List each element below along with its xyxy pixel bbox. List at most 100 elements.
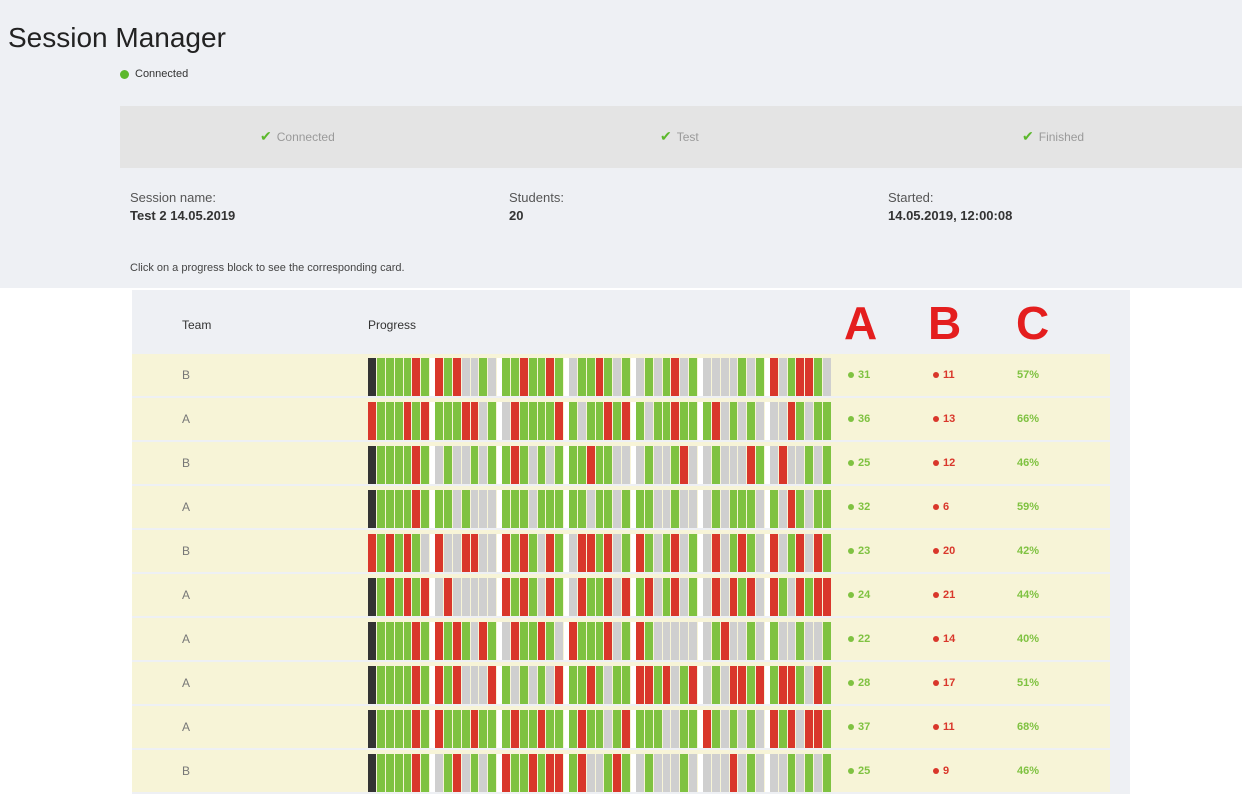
progress-block[interactable] [635,710,644,748]
progress-block[interactable] [711,534,720,572]
progress-block[interactable] [622,534,631,572]
progress-block[interactable] [479,358,488,396]
progress-block[interactable] [662,578,671,616]
progress-block[interactable] [470,358,479,396]
progress-block[interactable] [778,446,787,484]
progress-block[interactable] [778,578,787,616]
progress-block[interactable] [501,534,510,572]
progress-block[interactable] [519,534,528,572]
progress-block[interactable] [635,402,644,440]
progress-block[interactable] [403,490,412,528]
progress-block[interactable] [729,710,738,748]
progress-block[interactable] [778,710,787,748]
progress-block[interactable] [586,666,595,704]
progress-block[interactable] [662,666,671,704]
progress-block[interactable] [747,710,756,748]
progress-block[interactable] [756,754,765,792]
progress-block[interactable] [604,402,613,440]
progress-block[interactable] [689,578,698,616]
progress-block[interactable] [823,358,832,396]
progress-block[interactable] [403,578,412,616]
progress-block[interactable] [434,402,443,440]
progress-block[interactable] [470,534,479,572]
progress-block[interactable] [653,710,662,748]
progress-block[interactable] [805,490,814,528]
progress-block[interactable] [595,490,604,528]
progress-block[interactable] [644,402,653,440]
progress-block[interactable] [729,402,738,440]
progress-block[interactable] [720,534,729,572]
progress-block[interactable] [823,402,832,440]
progress-block[interactable] [653,666,662,704]
progress-block[interactable] [756,534,765,572]
progress-block[interactable] [412,710,421,748]
progress-block[interactable] [546,534,555,572]
progress-block[interactable] [461,446,470,484]
progress-block[interactable] [680,622,689,660]
progress-block[interactable] [680,578,689,616]
progress-block[interactable] [756,490,765,528]
progress-block[interactable] [510,578,519,616]
progress-block[interactable] [403,622,412,660]
progress-block[interactable] [680,358,689,396]
progress-block[interactable] [689,490,698,528]
progress-block[interactable] [519,666,528,704]
progress-block[interactable] [644,666,653,704]
progress-block[interactable] [537,402,546,440]
progress-block[interactable] [823,490,832,528]
progress-block[interactable] [711,446,720,484]
progress-block[interactable] [595,534,604,572]
progress-block[interactable] [488,402,497,440]
progress-block[interactable] [595,402,604,440]
progress-block[interactable] [510,622,519,660]
progress-block[interactable] [689,402,698,440]
progress-block[interactable] [421,490,430,528]
progress-block[interactable] [488,578,497,616]
progress-block[interactable] [702,710,711,748]
progress-block[interactable] [778,622,787,660]
progress-block[interactable] [671,534,680,572]
progress-block[interactable] [470,622,479,660]
progress-block[interactable] [421,710,430,748]
progress-block[interactable] [729,446,738,484]
progress-block[interactable] [622,710,631,748]
progress-block[interactable] [443,402,452,440]
progress-block[interactable] [403,666,412,704]
progress-block[interactable] [568,490,577,528]
progress-block[interactable] [568,754,577,792]
progress-block[interactable] [376,402,385,440]
progress-block[interactable] [385,754,394,792]
progress-block[interactable] [577,578,586,616]
progress-block[interactable] [528,446,537,484]
progress-block[interactable] [747,358,756,396]
progress-block[interactable] [613,490,622,528]
progress-block[interactable] [452,490,461,528]
progress-block[interactable] [519,490,528,528]
progress-block[interactable] [412,490,421,528]
progress-block[interactable] [376,490,385,528]
progress-block[interactable] [568,710,577,748]
progress-block[interactable] [519,710,528,748]
progress-block[interactable] [671,578,680,616]
progress-block[interactable] [644,534,653,572]
progress-block[interactable] [671,666,680,704]
progress-block[interactable] [805,754,814,792]
progress-block[interactable] [385,666,394,704]
progress-block[interactable] [434,754,443,792]
progress-block[interactable] [720,710,729,748]
progress-block[interactable] [796,402,805,440]
progress-block[interactable] [368,358,376,396]
progress-block[interactable] [555,446,564,484]
progress-block[interactable] [537,578,546,616]
progress-block[interactable] [653,578,662,616]
progress-block[interactable] [680,446,689,484]
progress-block[interactable] [805,402,814,440]
progress-block[interactable] [635,578,644,616]
progress-block[interactable] [823,578,832,616]
progress-block[interactable] [702,358,711,396]
progress-block[interactable] [613,358,622,396]
progress-block[interactable] [769,622,778,660]
progress-block[interactable] [443,446,452,484]
progress-block[interactable] [461,666,470,704]
progress-block[interactable] [519,358,528,396]
